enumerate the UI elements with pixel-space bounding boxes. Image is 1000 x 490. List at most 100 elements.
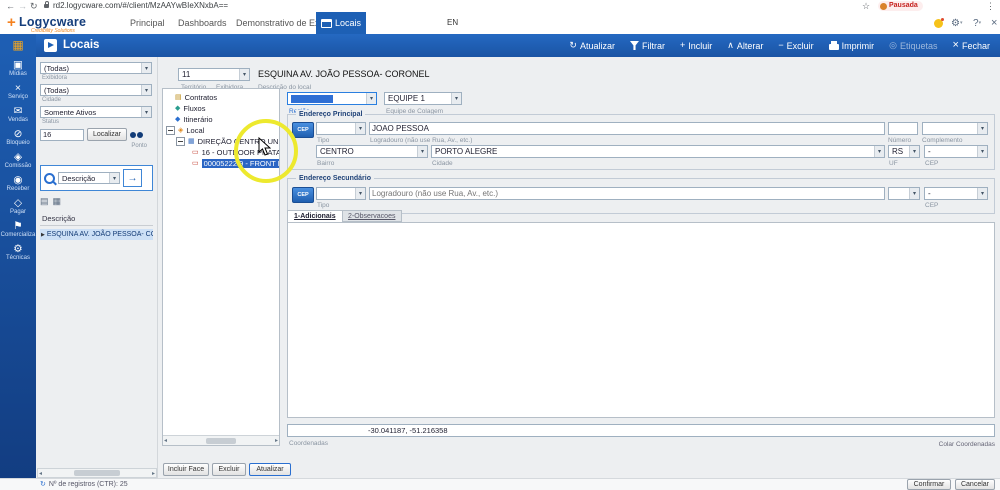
- tab-observacoes[interactable]: 2-Observacoes: [341, 210, 403, 222]
- tipo-select[interactable]: [316, 122, 366, 135]
- uf-label: UF: [889, 160, 898, 167]
- url-bar[interactable]: rd2.logycware.com/#/client/MzAAYwBIeXNxb…: [53, 0, 228, 12]
- refresh-button[interactable]: Atualizar: [569, 41, 615, 51]
- panel-hscrollbar[interactable]: [37, 468, 157, 478]
- tree-label: Local: [186, 126, 205, 135]
- tipo2-select[interactable]: [316, 187, 366, 200]
- print-button[interactable]: Imprimir: [828, 41, 874, 51]
- numero-input[interactable]: [888, 122, 918, 135]
- tab-adicionais[interactable]: 1-Adicionais: [287, 210, 343, 222]
- status-select[interactable]: Somente Ativos: [40, 106, 152, 118]
- sidebar-item-tecnicas[interactable]: Técnicas: [6, 244, 30, 262]
- contracts-icon: [175, 94, 182, 102]
- cidade-form-select[interactable]: PORTO ALEGRE: [431, 145, 885, 158]
- sidebar-item-label: Vendas: [7, 117, 29, 123]
- list-item-label: ESQUINA AV. JOÃO PESSOA- CORONEL: [46, 231, 153, 238]
- page-title: Locais: [63, 39, 100, 51]
- help-button[interactable]: ?: [973, 12, 981, 35]
- browser-profile-badge[interactable]: Pausada: [878, 1, 923, 11]
- uf-select[interactable]: RS: [888, 145, 920, 158]
- browser-back-icon[interactable]: [6, 0, 15, 12]
- browser-forward-icon[interactable]: [18, 0, 27, 12]
- sidebar-item-servico[interactable]: Serviço: [8, 83, 28, 101]
- delete-button[interactable]: Excluir: [778, 41, 814, 51]
- tree-item-contratos[interactable]: Contratos: [163, 92, 279, 103]
- copy-icon[interactable]: [53, 196, 62, 207]
- scroll-right-icon[interactable]: [275, 437, 278, 444]
- tree-hscrollbar[interactable]: [163, 435, 279, 445]
- apps-grid-icon[interactable]: [0, 38, 36, 52]
- territorio-select[interactable]: 11: [178, 68, 250, 81]
- cidade-form-label: Cidade: [432, 160, 453, 167]
- tree-label: Itinerário: [183, 115, 213, 124]
- edit-button[interactable]: Alterar: [727, 41, 764, 51]
- cep2-select[interactable]: -: [924, 187, 988, 200]
- tree-label: Fluxos: [183, 104, 206, 113]
- scroll-left-icon[interactable]: [164, 437, 167, 444]
- uf2-select[interactable]: [888, 187, 920, 200]
- cep2-label: CEP: [925, 202, 939, 209]
- adicionais-content-area[interactable]: [287, 222, 995, 418]
- list-item-selected[interactable]: ESQUINA AV. JOÃO PESSOA- CORONEL: [40, 229, 153, 240]
- add-button[interactable]: Incluir: [680, 41, 712, 51]
- coordenadas-field[interactable]: -30.041187, -51.216358: [287, 424, 995, 437]
- filter-button[interactable]: Filtrar: [629, 41, 665, 51]
- atualizar-face-button[interactable]: Atualizar: [249, 463, 291, 476]
- lock-icon[interactable]: [44, 1, 49, 8]
- sidebar-item-comissao[interactable]: Comissão: [5, 152, 32, 170]
- colar-coordenadas-link[interactable]: Colar Coordenadas: [880, 441, 995, 448]
- scroll-left-icon[interactable]: [39, 470, 42, 477]
- sidebar-item-comercializa[interactable]: Comercializa: [1, 221, 36, 239]
- cep-select[interactable]: -: [924, 145, 988, 158]
- clipboard-icon[interactable]: [40, 196, 49, 207]
- bairro-select[interactable]: CENTRO: [316, 145, 428, 158]
- excluir-face-button[interactable]: Excluir: [212, 463, 246, 476]
- search-field-select[interactable]: Descrição: [58, 172, 120, 184]
- scroll-right-icon[interactable]: [152, 470, 155, 477]
- cancelar-button[interactable]: Cancelar: [955, 479, 995, 490]
- tree-item-fluxos[interactable]: Fluxos: [163, 103, 279, 114]
- refresh-count-icon[interactable]: [40, 480, 46, 488]
- cep-lookup-button[interactable]: CEP: [292, 122, 314, 138]
- notification-bulb-icon[interactable]: [934, 18, 944, 28]
- exibidora-label: Exibidora: [42, 75, 68, 81]
- scroll-thumb[interactable]: [74, 470, 120, 476]
- close-module-button[interactable]: Fechar: [953, 41, 990, 51]
- browser-reload-icon[interactable]: [30, 0, 38, 12]
- confirmar-button[interactable]: Confirmar: [907, 479, 951, 490]
- settings-gear-icon[interactable]: [951, 12, 962, 35]
- logradouro2-input[interactable]: [369, 187, 885, 200]
- nav-principal[interactable]: Principal: [130, 12, 165, 34]
- logradouro-input[interactable]: [369, 122, 885, 135]
- collapse-icon[interactable]: [176, 137, 185, 146]
- cep-label: CEP: [925, 160, 939, 167]
- close-app-icon[interactable]: [991, 12, 997, 34]
- scroll-thumb[interactable]: [206, 437, 236, 444]
- sidebar-item-receber[interactable]: Receber: [7, 175, 30, 193]
- binoculars-icon[interactable]: [130, 131, 136, 138]
- bookmark-star-icon[interactable]: [862, 0, 870, 12]
- sidebar-item-midias[interactable]: Mídias: [9, 60, 27, 78]
- incluir-face-button[interactable]: Incluir Face: [163, 463, 209, 476]
- sidebar-item-pagar[interactable]: Pagar: [10, 198, 26, 216]
- exibidora-select[interactable]: (Todas): [40, 62, 152, 74]
- sidebar-item-vendas[interactable]: Vendas: [8, 106, 28, 124]
- regiao-select[interactable]: [287, 92, 377, 105]
- localizar-button[interactable]: Localizar: [87, 128, 127, 141]
- collapse-icon[interactable]: [166, 126, 175, 135]
- equipe-select[interactable]: EQUIPE 1: [384, 92, 462, 105]
- territorio-value: 11: [182, 70, 191, 79]
- cep-lookup-button[interactable]: CEP: [292, 187, 314, 203]
- tag-icon: [889, 41, 897, 50]
- nav-locais-active[interactable]: Locais: [316, 12, 366, 34]
- complemento-select[interactable]: [922, 122, 988, 135]
- logo-text[interactable]: Logycware: [19, 15, 86, 29]
- sidebar-item-bloqueio[interactable]: Bloqueio: [6, 129, 29, 147]
- cidade-select[interactable]: (Todas): [40, 84, 152, 96]
- search-go-button[interactable]: [123, 169, 142, 187]
- browser-menu-icon[interactable]: [986, 0, 995, 12]
- nav-dashboards[interactable]: Dashboards: [178, 12, 227, 34]
- locale-label[interactable]: EN: [447, 12, 458, 34]
- ponto-input[interactable]: [40, 128, 84, 141]
- cep-value: -: [928, 147, 931, 156]
